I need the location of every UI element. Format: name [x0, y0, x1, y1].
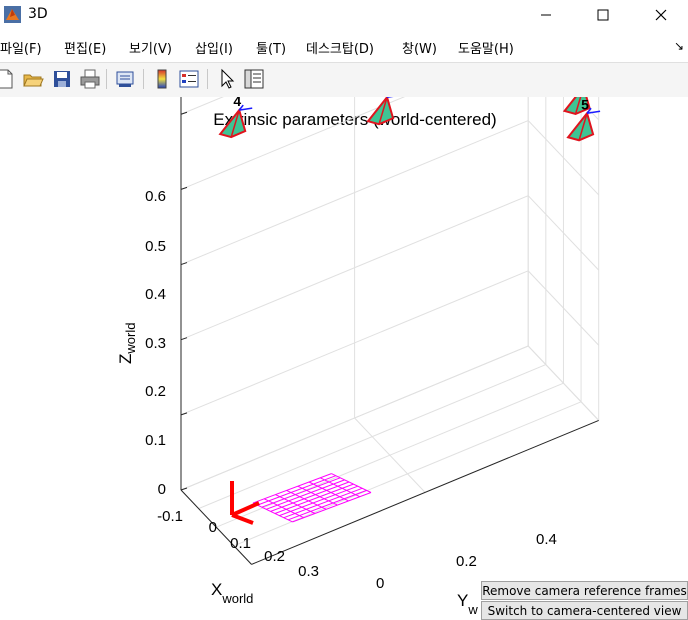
menu-desktop[interactable]: 데스크탑(D) [306, 38, 374, 57]
svg-text:Zworld: Zworld [116, 323, 138, 364]
maximize-button[interactable] [574, 0, 632, 30]
toolbar-separator [207, 69, 208, 89]
menu-window[interactable]: 창(W) [402, 38, 437, 57]
window-titlebar: 3D [0, 0, 688, 30]
minimize-button[interactable] [517, 0, 575, 30]
z-tick-label: 0 [158, 481, 166, 498]
x-tick-label: -0.1 [157, 508, 183, 525]
calib-grid-line [257, 475, 336, 506]
x-tick-label: 0.2 [264, 548, 285, 565]
calib-grid-line [283, 487, 363, 519]
figure-toolbar [0, 62, 688, 98]
menu-help[interactable]: 도움말(H) [458, 38, 514, 57]
toolbar-separator [106, 69, 107, 89]
open-file-icon[interactable] [22, 68, 44, 90]
window-title: 3D [28, 6, 48, 22]
figure-canvas: Extrinsic parameters (world-centered) 0 … [0, 97, 688, 620]
camera-label: 4 [233, 97, 241, 109]
z-tick-label: 0.2 [145, 383, 166, 400]
maximize-icon [597, 9, 609, 21]
link-plot-icon[interactable] [114, 68, 136, 90]
camera-label: 5 [581, 97, 589, 112]
minimize-icon [541, 14, 551, 16]
y-axis-label: Yw [457, 591, 478, 617]
extrinsic-3d-chart[interactable]: Extrinsic parameters (world-centered) 0 … [0, 97, 688, 620]
calib-grid-line [252, 473, 332, 504]
close-icon [655, 9, 667, 21]
grid-lines [180, 97, 600, 565]
menu-bar: 파일(F) 편집(E) 보기(V) 삽입(I) 툴(T) 데스크탑(D) 창(W… [0, 36, 688, 58]
z-tick-label: 0.3 [145, 335, 166, 352]
axis-lines [180, 97, 599, 565]
calib-grid-line [261, 477, 341, 508]
calib-grid-line [270, 481, 350, 512]
save-icon[interactable] [51, 68, 73, 90]
x-axis-label: Xworld [211, 580, 253, 606]
pointer-icon[interactable] [216, 68, 238, 90]
legend-icon[interactable] [178, 68, 200, 90]
toolbar-separator [143, 69, 144, 89]
colorbar-icon[interactable] [151, 68, 173, 90]
y-tick-label: 0.4 [536, 531, 557, 548]
x-tick-label: 0.3 [298, 563, 319, 580]
x-tick-label: 0.1 [230, 535, 251, 552]
z-tick-label: 0.6 [145, 188, 166, 205]
menu-file[interactable]: 파일(F) [0, 38, 42, 57]
z-tick-label: 0.1 [145, 432, 166, 449]
matlab-logo-icon [4, 6, 21, 23]
y-tick-label: 0.2 [456, 553, 477, 570]
close-button[interactable] [632, 0, 688, 30]
print-icon[interactable] [79, 68, 101, 90]
remove-camera-frames-button[interactable]: Remove camera reference frames [481, 581, 688, 600]
menu-tools[interactable]: 툴(T) [256, 38, 286, 57]
property-editor-icon[interactable] [243, 68, 265, 90]
x-tick-label: 0 [209, 519, 217, 536]
calib-grid-line [274, 483, 354, 514]
z-tick-label: 0.4 [145, 286, 166, 303]
menu-view[interactable]: 보기(V) [129, 38, 172, 57]
calibration-pattern-grid [252, 473, 372, 523]
z-tick-label: 0.5 [145, 238, 166, 255]
dock-arrow-icon[interactable]: ↘ [674, 39, 684, 53]
y-tick-label: 0 [376, 575, 384, 592]
menu-insert[interactable]: 삽입(I) [195, 38, 233, 57]
calib-grid-line [288, 489, 367, 521]
switch-camera-view-button[interactable]: Switch to camera-centered view [481, 601, 688, 620]
menu-edit[interactable]: 편집(E) [64, 38, 106, 57]
calib-grid-line [292, 492, 372, 523]
new-figure-icon[interactable] [0, 68, 16, 90]
z-axis-label: Zworld [116, 323, 138, 364]
